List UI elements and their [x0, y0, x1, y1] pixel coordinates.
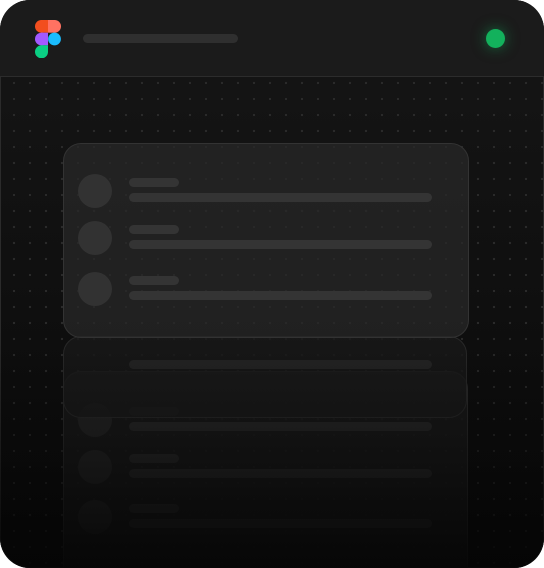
status-indicator	[486, 29, 505, 48]
skeleton-line	[129, 519, 432, 528]
list-card	[63, 143, 469, 338]
skeleton-line	[129, 240, 432, 249]
avatar	[78, 500, 112, 534]
avatar	[78, 221, 112, 255]
figma-logo-icon	[35, 20, 61, 58]
list-item	[78, 174, 454, 210]
avatar	[78, 174, 112, 208]
app-window	[0, 0, 544, 568]
avatar	[78, 272, 112, 306]
skeleton-line	[129, 225, 179, 234]
skeleton-line	[129, 178, 179, 187]
skeleton-line	[129, 360, 432, 369]
list-item	[78, 450, 454, 486]
skeleton-line	[129, 504, 179, 513]
skeleton-line	[129, 469, 432, 478]
skeleton-line	[129, 291, 432, 300]
skeleton-line	[129, 422, 432, 431]
skeleton-line	[129, 276, 179, 285]
skeleton-line	[129, 454, 179, 463]
list-item	[78, 347, 454, 383]
skeleton-line	[129, 193, 432, 202]
stacked-card-middle	[63, 336, 467, 418]
title-placeholder	[83, 34, 238, 43]
list-item	[78, 500, 454, 536]
list-item	[78, 272, 454, 308]
title-bar	[0, 0, 544, 77]
list-item	[78, 221, 454, 257]
avatar	[78, 450, 112, 484]
